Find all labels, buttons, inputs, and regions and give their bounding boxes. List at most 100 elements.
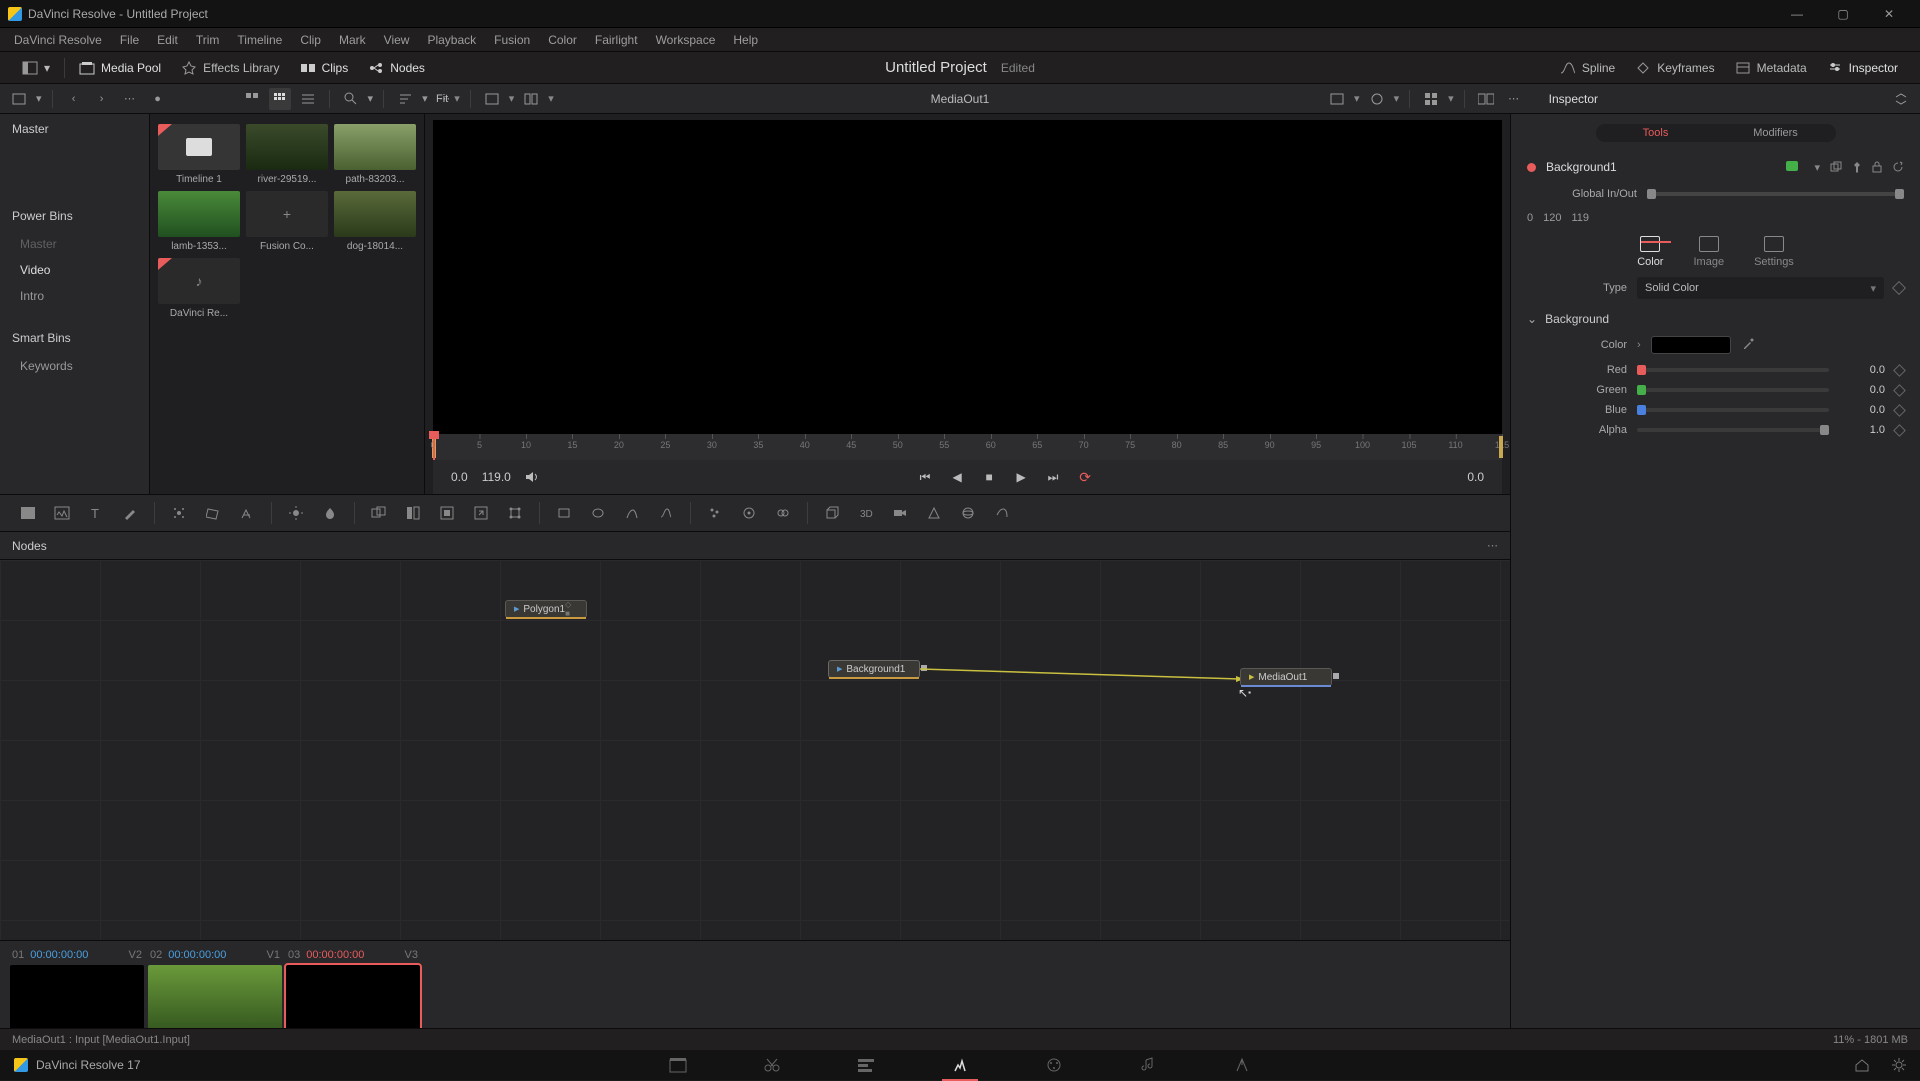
- page-deliver[interactable]: [1230, 1055, 1254, 1075]
- menu-color[interactable]: Color: [540, 30, 585, 50]
- tool-merge3d-icon[interactable]: [988, 499, 1016, 527]
- menu-fairlight[interactable]: Fairlight: [587, 30, 646, 50]
- nav-more-button[interactable]: ⋯: [119, 88, 141, 110]
- loop-button[interactable]: ⟳: [1076, 469, 1094, 486]
- search-button[interactable]: [340, 88, 362, 110]
- type-dropdown[interactable]: Solid Color▾: [1637, 277, 1884, 299]
- view-grid-button[interactable]: [269, 88, 291, 110]
- menu-clip[interactable]: Clip: [292, 30, 329, 50]
- range-out-handle[interactable]: [1499, 436, 1503, 458]
- power-bins-header[interactable]: Power Bins: [0, 201, 149, 231]
- powerbin-intro[interactable]: Intro: [0, 283, 149, 309]
- tool-image3d-icon[interactable]: [818, 499, 846, 527]
- node-mediaout1[interactable]: MediaOut1: [1240, 668, 1332, 686]
- window-close-button[interactable]: ✕: [1866, 0, 1912, 28]
- smartbin-keywords[interactable]: Keywords: [0, 353, 149, 379]
- clip-item[interactable]: path-83203...: [334, 124, 416, 185]
- clip-item[interactable]: DaVinci Re...: [158, 258, 240, 319]
- time-ruler[interactable]: 0510152025303540455055606570758085909510…: [433, 434, 1502, 460]
- project-settings-button[interactable]: [1892, 1058, 1906, 1072]
- metadata-toggle[interactable]: Metadata: [1725, 57, 1817, 79]
- channel-slider[interactable]: [1637, 408, 1829, 412]
- tool-bspline-icon[interactable]: [652, 499, 680, 527]
- go-start-button[interactable]: ⏮: [916, 470, 934, 485]
- tool-planar-icon[interactable]: [199, 499, 227, 527]
- home-button[interactable]: [1854, 1058, 1870, 1072]
- page-edit[interactable]: [854, 1055, 878, 1075]
- menu-edit[interactable]: Edit: [149, 30, 186, 50]
- step-back-button[interactable]: ◀: [948, 470, 966, 484]
- inspector-tab-tools[interactable]: Tools: [1596, 124, 1716, 142]
- node-flow-canvas[interactable]: Polygon1◇ ■ Background1 MediaOut1 ↖▪: [0, 560, 1510, 940]
- inspector-mode-settings[interactable]: Settings: [1754, 236, 1794, 268]
- channel-value[interactable]: 0.0: [1839, 364, 1885, 376]
- menu-workspace[interactable]: Workspace: [648, 30, 724, 50]
- clip-item[interactable]: lamb-1353...: [158, 191, 240, 252]
- global-in-out-slider[interactable]: [1647, 192, 1904, 196]
- keyframe-diamond-icon[interactable]: [1893, 364, 1906, 377]
- clip-item[interactable]: river-29519...: [246, 124, 328, 185]
- view-list-button[interactable]: [297, 88, 319, 110]
- tool-light-icon[interactable]: [920, 499, 948, 527]
- viewer-split-button[interactable]: [520, 88, 542, 110]
- window-maximize-button[interactable]: ▢: [1820, 0, 1866, 28]
- dual-viewer-button[interactable]: [1475, 88, 1497, 110]
- background-section-header[interactable]: Background: [1511, 304, 1920, 330]
- playhead[interactable]: [433, 434, 435, 460]
- page-fairlight[interactable]: [1136, 1055, 1160, 1075]
- versions-icon[interactable]: [1830, 161, 1842, 174]
- inspector-mode-image[interactable]: Image: [1693, 236, 1724, 268]
- lock-icon[interactable]: [1872, 161, 1882, 174]
- menu-playback[interactable]: Playback: [419, 30, 484, 50]
- nodes-options-button[interactable]: ⋯: [1487, 539, 1498, 552]
- view-tiles-button[interactable]: [241, 88, 263, 110]
- color-expand-button[interactable]: ›: [1637, 339, 1641, 351]
- effects-toggle[interactable]: Effects Library: [171, 57, 289, 79]
- tool-text-icon[interactable]: T: [82, 499, 110, 527]
- pin-icon[interactable]: [1852, 161, 1862, 174]
- go-end-button[interactable]: ⏭: [1044, 470, 1062, 485]
- inspector-mode-color[interactable]: Color: [1637, 236, 1663, 268]
- current-time[interactable]: 0.0: [451, 470, 468, 484]
- tool-blur-icon[interactable]: [316, 499, 344, 527]
- mute-button[interactable]: [525, 471, 543, 483]
- viewer-canvas[interactable]: [433, 120, 1502, 434]
- bin-view-button[interactable]: [8, 88, 30, 110]
- global-out-value[interactable]: 119: [1571, 212, 1589, 224]
- keyframe-diamond-icon[interactable]: [1893, 384, 1906, 397]
- menu-app[interactable]: DaVinci Resolve: [6, 30, 110, 50]
- smart-bins-header[interactable]: Smart Bins: [0, 323, 149, 353]
- menu-trim[interactable]: Trim: [188, 30, 228, 50]
- menu-timeline[interactable]: Timeline: [229, 30, 290, 50]
- play-button[interactable]: ▶: [1012, 470, 1030, 484]
- tool-shape3d-icon[interactable]: 3D: [852, 499, 880, 527]
- viewer-opt2-button[interactable]: [1366, 88, 1388, 110]
- right-time[interactable]: 0.0: [1467, 470, 1484, 484]
- page-fusion[interactable]: [948, 1055, 972, 1075]
- channel-slider[interactable]: [1637, 428, 1829, 432]
- nodes-toggle[interactable]: Nodes: [358, 57, 435, 79]
- tool-resize-icon[interactable]: [467, 499, 495, 527]
- window-minimize-button[interactable]: —: [1774, 0, 1820, 28]
- tool-tracker-icon[interactable]: [165, 499, 193, 527]
- enable-toggle[interactable]: [1786, 161, 1798, 171]
- tool-transform-icon[interactable]: [501, 499, 529, 527]
- tool-brightness-icon[interactable]: [282, 499, 310, 527]
- stop-button[interactable]: ■: [980, 470, 998, 484]
- page-color[interactable]: [1042, 1055, 1066, 1075]
- clip-item[interactable]: dog-18014...: [334, 191, 416, 252]
- menu-help[interactable]: Help: [725, 30, 766, 50]
- node-polygon1[interactable]: Polygon1◇ ■: [505, 600, 587, 618]
- layout-button[interactable]: ▾: [12, 57, 60, 79]
- inspector-node-name[interactable]: Background1: [1546, 160, 1617, 174]
- tool-rectangle-icon[interactable]: [550, 499, 578, 527]
- media-pool-toggle[interactable]: Media Pool: [69, 57, 171, 79]
- powerbin-master[interactable]: Master: [0, 231, 149, 257]
- tool-background-icon[interactable]: [14, 499, 42, 527]
- page-cut[interactable]: [760, 1055, 784, 1075]
- color-swatch[interactable]: [1651, 336, 1731, 354]
- channel-value[interactable]: 0.0: [1839, 384, 1885, 396]
- clip-item[interactable]: Timeline 1: [158, 124, 240, 185]
- channel-slider[interactable]: [1637, 388, 1829, 392]
- viewer-opt1-button[interactable]: [1326, 88, 1348, 110]
